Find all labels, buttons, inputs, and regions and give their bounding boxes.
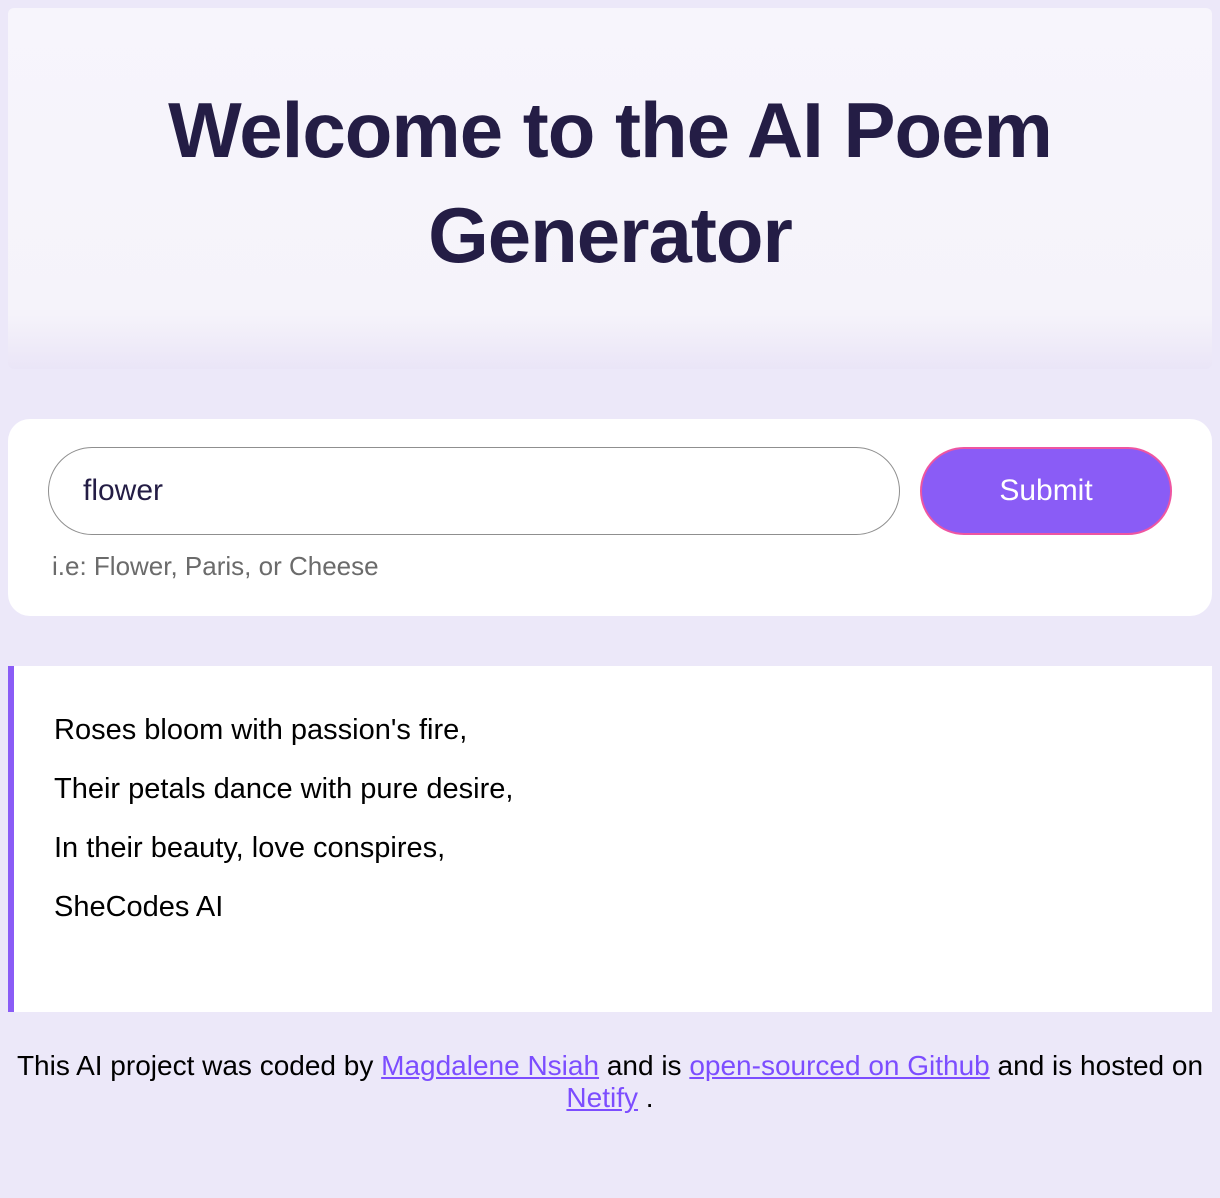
author-link[interactable]: Magdalene Nsiah	[381, 1050, 599, 1081]
footer-text: .	[646, 1082, 654, 1113]
page-title: Welcome to the AI Poem Generator	[48, 78, 1172, 289]
submit-button[interactable]: Submit	[920, 447, 1172, 535]
form-row: Submit	[48, 447, 1172, 535]
poem-output: Roses bloom with passion's fire, Their p…	[8, 666, 1212, 1012]
github-link[interactable]: open-sourced on Github	[689, 1050, 989, 1081]
host-link[interactable]: Netify	[566, 1082, 638, 1113]
topic-input[interactable]	[48, 447, 900, 535]
header: Welcome to the AI Poem Generator	[8, 8, 1212, 369]
poem-line: In their beauty, love conspires,	[54, 834, 1172, 863]
poem-line: Roses bloom with passion's fire,	[54, 716, 1172, 745]
footer: This AI project was coded by Magdalene N…	[0, 1012, 1220, 1134]
poem-line: SheCodes AI	[54, 893, 1172, 922]
input-hint: i.e: Flower, Paris, or Cheese	[52, 551, 1172, 582]
poem-line: Their petals dance with pure desire,	[54, 775, 1172, 804]
form-card: Submit i.e: Flower, Paris, or Cheese	[8, 419, 1212, 616]
footer-text: This AI project was coded by	[17, 1050, 381, 1081]
footer-text: and is	[607, 1050, 690, 1081]
footer-text: and is hosted on	[998, 1050, 1204, 1081]
